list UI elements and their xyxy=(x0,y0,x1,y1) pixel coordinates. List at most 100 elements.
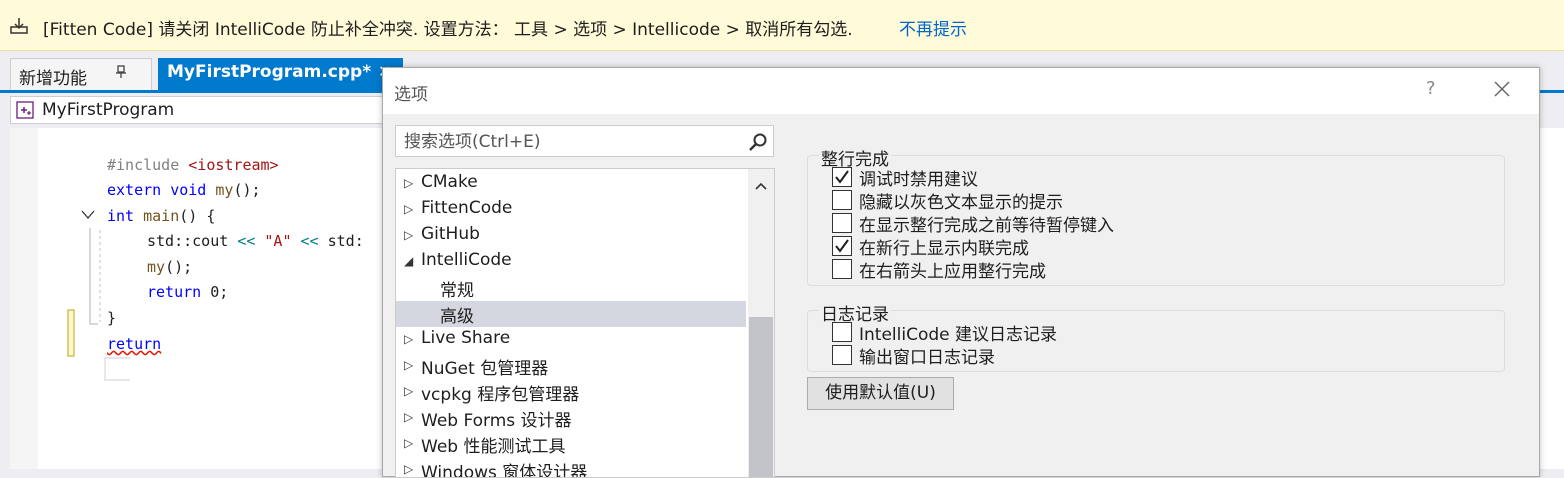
collapsed-arrow-icon[interactable]: ▷ xyxy=(404,410,413,424)
checkbox-output-window-logging[interactable] xyxy=(832,345,852,365)
code-text: std: xyxy=(327,232,364,250)
editor-guides xyxy=(67,210,130,381)
checkbox-wait-pause-typing[interactable] xyxy=(832,213,852,233)
tab-myfirstprogram-label: MyFirstProgram.cpp* xyxy=(167,62,372,82)
tree-item-label: Windows 窗体设计器 xyxy=(421,463,588,478)
collapsed-arrow-icon[interactable]: ▷ xyxy=(404,384,413,398)
code-keyword: void xyxy=(170,181,207,199)
tree-scrollbar[interactable] xyxy=(748,169,774,477)
expanded-arrow-icon[interactable]: ◢ xyxy=(404,254,413,268)
checkbox-label: 在右箭头上应用整行完成 xyxy=(859,262,1046,282)
tree-item-live-share[interactable]: ▷ Live Share xyxy=(396,327,746,353)
tree-item-label: 高级 xyxy=(440,307,474,327)
tab-whats-new[interactable]: 新增功能 xyxy=(10,58,152,90)
code-line-8: return xyxy=(107,335,161,353)
options-dialog: 选项 ? ▷ CMake ▷ FittenCode ▷ GitHub ◢ Intelli… xyxy=(382,67,1540,478)
code-operator: << xyxy=(237,232,256,250)
code-line-5: my(); xyxy=(147,258,192,276)
checkbox-intellicode-logging[interactable] xyxy=(832,322,852,342)
cpp-project-icon xyxy=(16,101,34,119)
code-include-file: <iostream> xyxy=(188,156,279,174)
code-function: my xyxy=(215,181,234,199)
tree-item-label: vcpkg 程序包管理器 xyxy=(421,385,580,405)
code-string: "A" xyxy=(264,232,292,250)
collapsed-arrow-icon[interactable]: ▷ xyxy=(404,462,413,476)
tree-item-github[interactable]: ▷ GitHub xyxy=(396,223,746,249)
tree-item-nuget[interactable]: ▷ NuGet 包管理器 xyxy=(396,353,746,379)
tree-item-label: 常规 xyxy=(440,281,474,301)
tree-item-label: FittenCode xyxy=(421,198,513,218)
checkbox-apply-right-arrow[interactable] xyxy=(832,259,852,279)
checkbox-label: 在显示整行完成之前等待暂停键入 xyxy=(859,216,1114,236)
tab-myfirstprogram-cpp[interactable]: MyFirstProgram.cpp* ✕ xyxy=(158,58,403,90)
checkbox-label: IntelliCode 建议日志记录 xyxy=(859,325,1058,345)
code-text: (); xyxy=(233,181,261,199)
code-keyword: return xyxy=(147,283,202,301)
tree-item-label: Live Share xyxy=(421,328,511,348)
tree-item-web-perf[interactable]: ▷ Web 性能测试工具 xyxy=(396,431,746,457)
dont-show-again-link[interactable]: 不再提示 xyxy=(899,15,967,40)
collapsed-arrow-icon[interactable]: ▷ xyxy=(404,202,413,216)
code-line-3: int main() { xyxy=(107,207,215,225)
use-defaults-button[interactable]: 使用默认值(U) xyxy=(807,377,954,410)
pin-icon[interactable] xyxy=(115,65,127,83)
checkbox-label: 隐藏以灰色文本显示的提示 xyxy=(859,193,1063,213)
checkbox-disable-during-debug[interactable] xyxy=(832,167,852,187)
code-text: } xyxy=(107,309,117,327)
code-error-keyword: return xyxy=(107,335,162,353)
help-icon[interactable]: ? xyxy=(1426,78,1436,99)
code-text: 0; xyxy=(210,283,229,301)
project-navigation-bar[interactable]: MyFirstProgram xyxy=(10,96,390,124)
code-line-1: #include <iostream> xyxy=(107,156,279,174)
checkbox-inline-on-new-line[interactable] xyxy=(832,236,852,256)
collapsed-arrow-icon[interactable]: ▷ xyxy=(404,176,413,190)
code-line-2: extern void my(); xyxy=(107,181,261,199)
tree-item-advanced[interactable]: 高级 xyxy=(396,301,746,327)
code-text: () { xyxy=(179,207,216,225)
info-bar: [Fitten Code] 请关闭 IntelliCode 防止补全冲突. 设置… xyxy=(0,0,1564,51)
checkbox-label: 输出窗口日志记录 xyxy=(859,348,995,368)
tree-item-intellicode[interactable]: ◢ IntelliCode xyxy=(396,249,746,275)
code-keyword: int xyxy=(107,207,135,225)
collapsed-arrow-icon[interactable]: ▷ xyxy=(404,228,413,242)
tree-item-label: NuGet 包管理器 xyxy=(421,359,549,379)
scroll-up-icon[interactable] xyxy=(754,176,768,190)
tree-item-winforms[interactable]: ▷ Windows 窗体设计器 xyxy=(396,457,746,478)
tab-whats-new-label: 新增功能 xyxy=(19,69,87,89)
tree-item-label: Web 性能测试工具 xyxy=(421,437,566,457)
collapsed-arrow-icon[interactable]: ▷ xyxy=(404,436,413,450)
code-text: std::cout xyxy=(147,232,238,250)
checkbox-label: 在新行上显示内联完成 xyxy=(859,239,1029,259)
dialog-title: 选项 xyxy=(394,85,428,105)
tree-item-web-forms[interactable]: ▷ Web Forms 设计器 xyxy=(396,405,746,431)
tree-item-cmake[interactable]: ▷ CMake xyxy=(396,171,746,197)
download-icon xyxy=(9,16,29,36)
info-bar-message: [Fitten Code] 请关闭 IntelliCode 防止补全冲突. 设置… xyxy=(43,20,853,40)
code-line-6: return 0; xyxy=(147,283,228,301)
scrollbar-thumb[interactable] xyxy=(749,317,773,477)
tree-item-label: CMake xyxy=(421,172,478,192)
code-function: my xyxy=(147,258,166,276)
tree-item-label: IntelliCode xyxy=(421,250,512,270)
tree-item-general[interactable]: 常规 xyxy=(396,275,746,301)
dialog-title-bar[interactable]: 选项 ? xyxy=(383,68,1539,114)
code-keyword: extern xyxy=(107,181,162,199)
search-icon[interactable] xyxy=(748,132,768,152)
collapsed-arrow-icon[interactable]: ▷ xyxy=(404,358,413,372)
tree-item-vcpkg[interactable]: ▷ vcpkg 程序包管理器 xyxy=(396,379,746,405)
project-name: MyFirstProgram xyxy=(42,100,175,120)
close-icon[interactable] xyxy=(1493,80,1511,98)
options-tree[interactable]: ▷ CMake ▷ FittenCode ▷ GitHub ◢ IntelliCode … xyxy=(395,168,775,478)
collapsed-arrow-icon[interactable]: ▷ xyxy=(404,332,413,346)
tree-item-fittencode[interactable]: ▷ FittenCode xyxy=(396,197,746,223)
code-line-7: } xyxy=(107,309,116,327)
tree-item-label: Web Forms 设计器 xyxy=(421,411,572,431)
checkbox-label: 调试时禁用建议 xyxy=(859,170,978,190)
checkbox-hide-gray-hints[interactable] xyxy=(832,190,852,210)
code-operator: << xyxy=(300,232,319,250)
options-search-box xyxy=(395,125,774,157)
code-include-directive: #include xyxy=(107,156,189,174)
code-line-4: std::cout << "A" << std: xyxy=(147,232,364,250)
options-search-input[interactable] xyxy=(402,130,736,154)
code-text: (); xyxy=(165,258,193,276)
